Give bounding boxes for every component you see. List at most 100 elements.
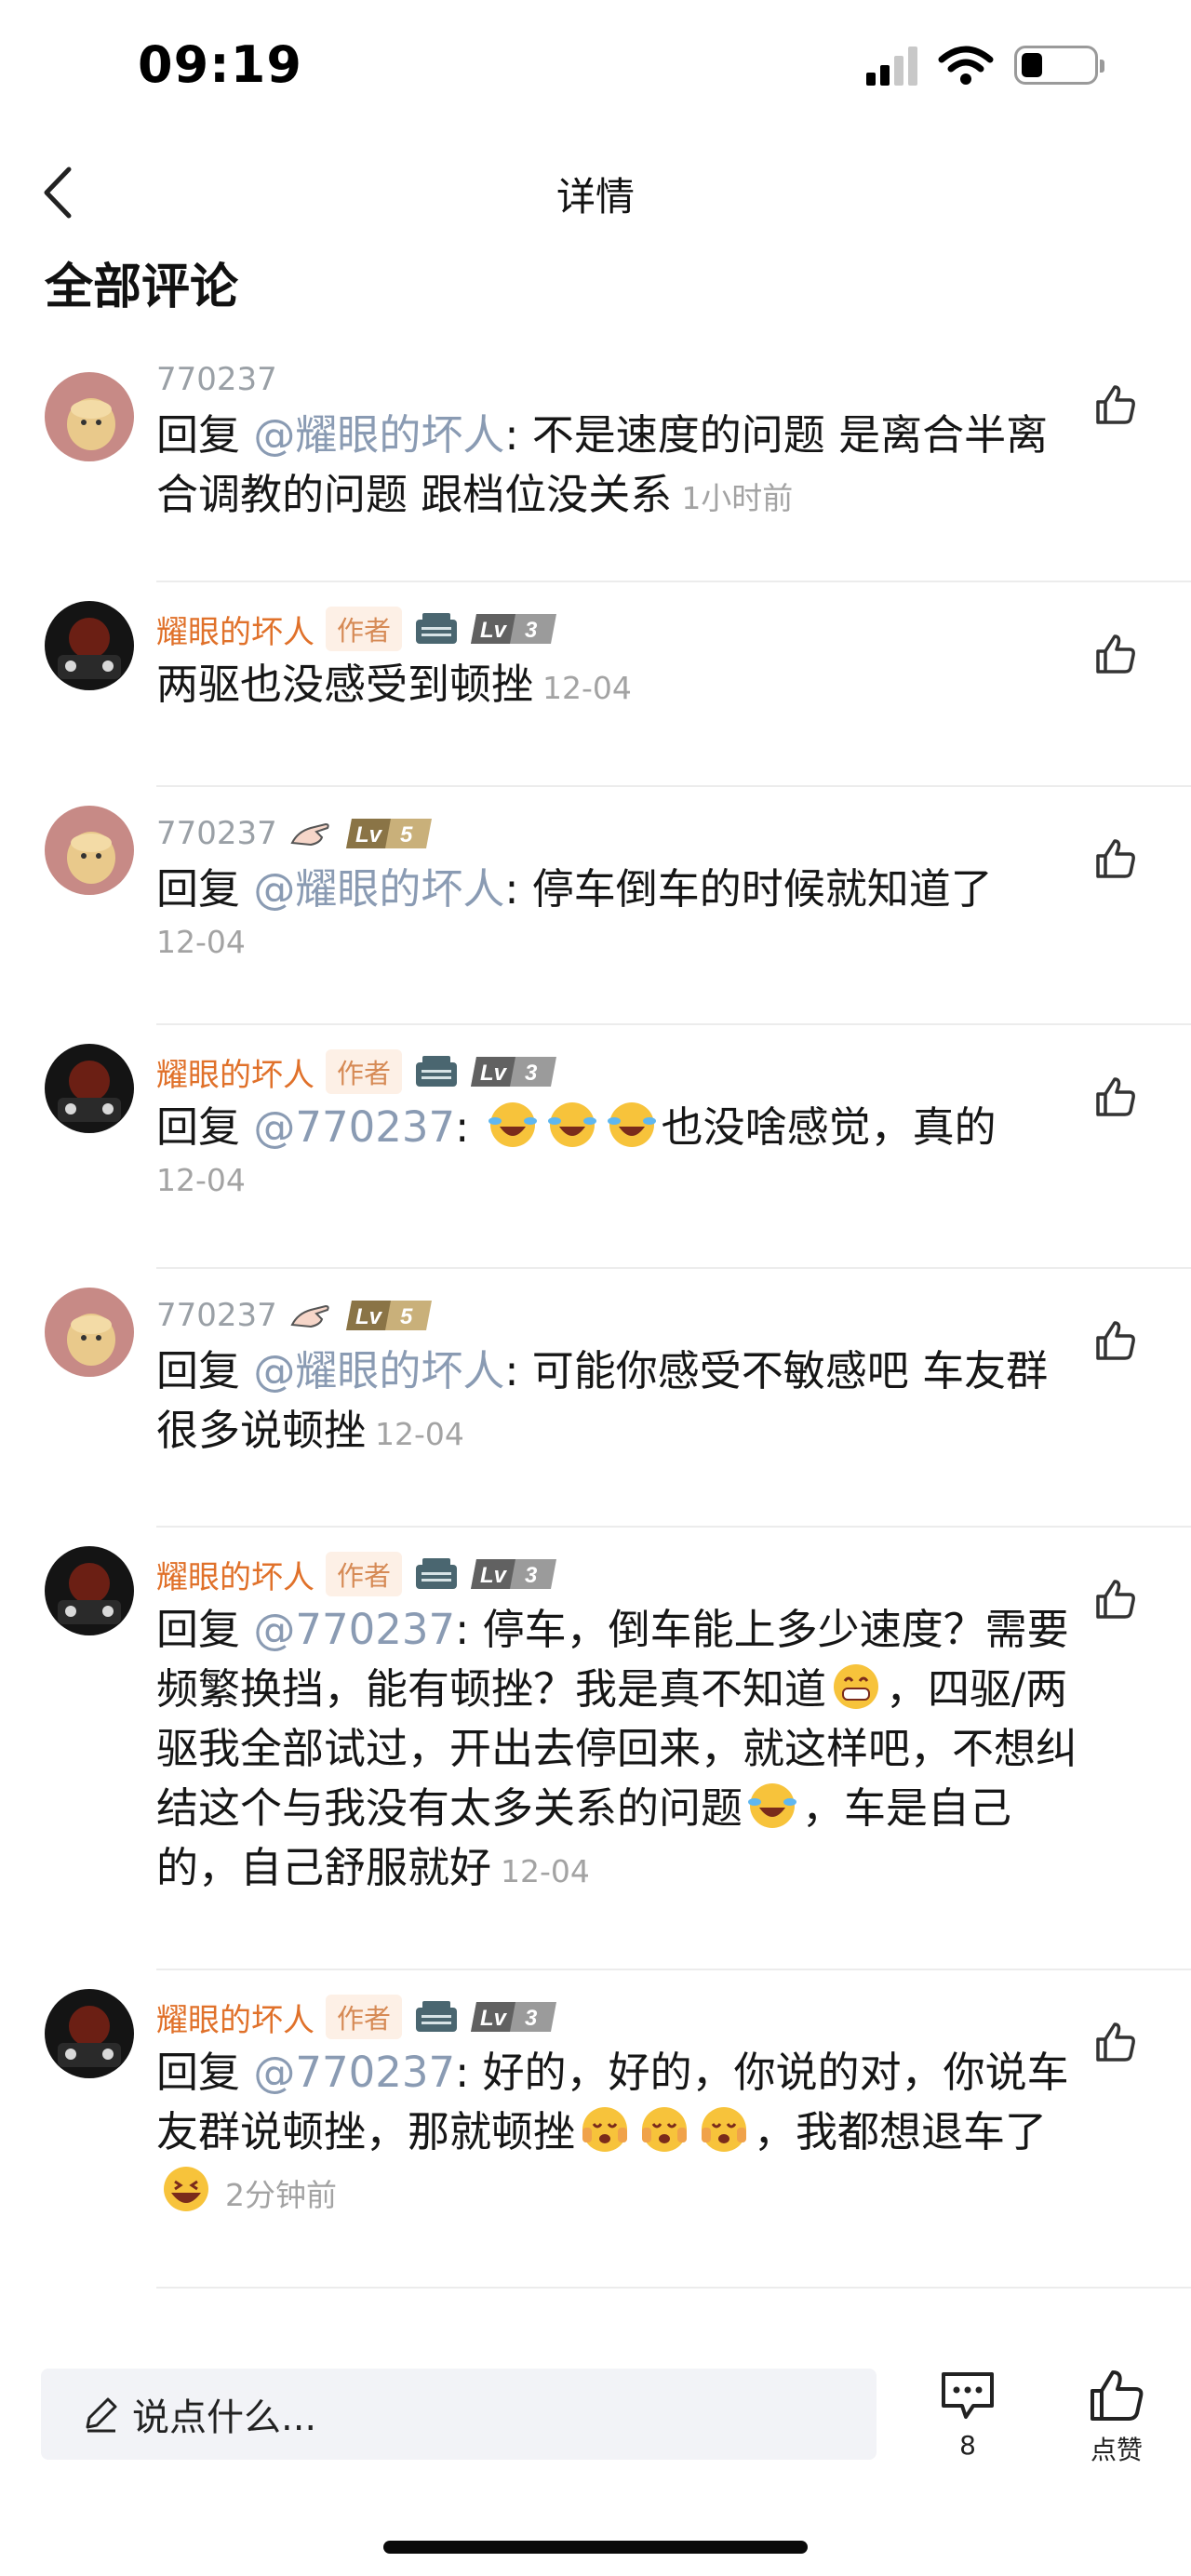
- comment-meta: 770237 Lv 5: [156, 808, 1079, 860]
- status-time: 09:19: [138, 35, 302, 94]
- mention-link[interactable]: @耀眼的坏人: [253, 1346, 504, 1395]
- laugh-cry-emoji-icon: [488, 1102, 537, 1147]
- avatar[interactable]: [45, 1044, 134, 1133]
- hand-badge-icon: [290, 1304, 329, 1328]
- level-badge: Lv 3: [471, 610, 557, 647]
- avatar[interactable]: [45, 601, 134, 690]
- author-tag: 作者: [326, 1995, 403, 2039]
- reply-prefix: 回复: [156, 2048, 241, 2097]
- comment-item[interactable]: 770237 回复 @耀眼的坏人: 不是速度的问题 是离合半离合调教的问题 跟档…: [0, 354, 1191, 581]
- like-icon[interactable]: [1092, 631, 1139, 677]
- reply-prefix: 回复: [156, 1346, 241, 1395]
- comment-text: 回复 @耀眼的坏人: 可能你感受不敏感吧 车友群很多说顿挫 12-04: [156, 1341, 1079, 1464]
- comment-item[interactable]: 耀眼的坏人 作者 Lv 3 两驱也没感受到顿挫 12-04: [0, 582, 1191, 785]
- reply-prefix: 回复: [156, 1605, 241, 1654]
- big-laugh-emoji-icon: [164, 2167, 208, 2211]
- like-icon[interactable]: [1092, 2019, 1139, 2065]
- comment-meta: 770237 Lv 5: [156, 1289, 1079, 1341]
- typewriter-badge-icon: [416, 1056, 458, 1087]
- author-tag: 作者: [326, 1049, 403, 1094]
- comment-item[interactable]: 耀眼的坏人 作者 Lv 3 回复 @770237: 停车，倒车能上多少速度？需要频…: [0, 1528, 1191, 1969]
- avatar[interactable]: [45, 1989, 134, 2078]
- comment-count: 8: [959, 2430, 976, 2461]
- comment-meta: 耀眼的坏人 作者 Lv 3: [156, 1046, 1079, 1098]
- comment-item[interactable]: 770237 Lv 5 回复 @耀眼的坏人: 停车倒车的时候就知道了 12-04: [0, 787, 1191, 1023]
- comment-text: 两驱也没感受到顿挫 12-04: [156, 655, 1079, 718]
- username[interactable]: 耀眼的坏人: [156, 1049, 314, 1095]
- like-icon[interactable]: [1092, 1074, 1139, 1120]
- comment-time: 12-04: [542, 670, 632, 706]
- level-badge: Lv 3: [471, 1555, 557, 1593]
- laugh-cry-emoji-icon: [547, 1102, 596, 1147]
- mention-link[interactable]: @770237: [253, 1605, 455, 1654]
- like-button[interactable]: 点赞: [1074, 2369, 1159, 2467]
- username[interactable]: 耀眼的坏人: [156, 1995, 314, 2040]
- cry-emoji-icon: [582, 2107, 628, 2152]
- comment-item[interactable]: 770237 Lv 5 回复 @耀眼的坏人: 可能你感受不敏感吧 车友群很多说顿挫…: [0, 1269, 1191, 1526]
- like-icon[interactable]: [1092, 381, 1139, 428]
- like-label: 点赞: [1090, 2435, 1143, 2465]
- like-icon[interactable]: [1092, 1317, 1139, 1364]
- svg-text:3: 3: [525, 618, 538, 643]
- comments-button[interactable]: 8: [930, 2369, 1005, 2461]
- username[interactable]: 770237: [156, 361, 277, 398]
- comment-meta: 耀眼的坏人 作者 Lv 3: [156, 1991, 1079, 2043]
- comment-meta: 耀眼的坏人 作者 Lv 3: [156, 1548, 1079, 1600]
- avatar[interactable]: [45, 1546, 134, 1635]
- comment-item[interactable]: 耀眼的坏人 作者 Lv 3 回复 @770237: 好的，好的，你说的对，你说车友…: [0, 1970, 1191, 2287]
- status-icons: [866, 45, 1104, 86]
- comment-text: 回复 @耀眼的坏人: 停车倒车的时候就知道了 12-04: [156, 860, 1079, 966]
- comment-time: 1小时前: [681, 480, 794, 516]
- hand-badge-icon: [290, 822, 329, 847]
- pencil-icon: [86, 2397, 117, 2433]
- username[interactable]: 耀眼的坏人: [156, 607, 314, 652]
- comment-meta: 770237: [156, 354, 1079, 406]
- comment-bubble-icon: [942, 2372, 994, 2419]
- grin-emoji-icon: [834, 1664, 879, 1709]
- avatar[interactable]: [45, 806, 134, 895]
- like-icon[interactable]: [1092, 1576, 1139, 1622]
- cry-emoji-icon: [702, 2107, 747, 2152]
- comment-time: 12-04: [501, 1853, 590, 1889]
- comment-body: :: [455, 1102, 483, 1152]
- laugh-cry-emoji-icon: [607, 1102, 656, 1147]
- username[interactable]: 770237: [156, 1297, 277, 1334]
- author-tag: 作者: [326, 607, 403, 651]
- mention-link[interactable]: @770237: [253, 2048, 455, 2097]
- comment-text: 回复 @耀眼的坏人: 不是速度的问题 是离合半离合调教的问题 跟档位没关系 1小时…: [156, 406, 1079, 528]
- comment-item[interactable]: 耀眼的坏人 作者 Lv 3 回复 @770237: 也没啥感觉，真的 12-04: [0, 1025, 1191, 1267]
- svg-text:3: 3: [525, 1061, 538, 1086]
- avatar[interactable]: [45, 1288, 134, 1377]
- thumbs-up-icon: [1091, 2370, 1144, 2421]
- typewriter-badge-icon: [416, 1558, 458, 1589]
- comment-time: 12-04: [156, 924, 246, 960]
- reply-prefix: 回复: [156, 1102, 241, 1152]
- comment-time: 2分钟前: [225, 2177, 337, 2213]
- comment-list: 770237 回复 @耀眼的坏人: 不是速度的问题 是离合半离合调教的问题 跟档…: [0, 354, 1191, 2289]
- mention-link[interactable]: @耀眼的坏人: [253, 864, 504, 914]
- username[interactable]: 耀眼的坏人: [156, 1552, 314, 1597]
- typewriter-badge-icon: [416, 2001, 458, 2032]
- svg-text:Lv: Lv: [355, 1304, 383, 1329]
- wifi-icon: [938, 46, 994, 85]
- status-bar: 09:19: [0, 0, 1191, 140]
- input-placeholder: 说点什么...: [132, 2396, 317, 2439]
- page-title: 详情: [555, 174, 635, 220]
- username[interactable]: 770237: [156, 815, 277, 852]
- svg-text:Lv: Lv: [355, 822, 383, 848]
- svg-text:Lv: Lv: [480, 1563, 508, 1588]
- battery-icon: [1014, 46, 1104, 85]
- level-badge: Lv 5: [345, 1297, 432, 1334]
- mention-link[interactable]: @耀眼的坏人: [253, 410, 504, 460]
- comment-input[interactable]: 说点什么...: [41, 2369, 877, 2460]
- avatar[interactable]: [45, 372, 134, 461]
- like-icon[interactable]: [1092, 835, 1139, 882]
- mention-link[interactable]: @770237: [253, 1102, 455, 1152]
- comment-body: 也没啥感觉，真的: [661, 1102, 997, 1152]
- author-tag: 作者: [326, 1552, 403, 1596]
- home-indicator[interactable]: [383, 2541, 808, 2554]
- svg-text:3: 3: [525, 1563, 538, 1588]
- comment-time: 12-04: [375, 1416, 464, 1452]
- comment-body: : 停车倒车的时候就知道了: [504, 864, 993, 914]
- comment-text: 回复 @770237: 停车，倒车能上多少速度？需要频繁换挡，能有顿挫？我是真不…: [156, 1600, 1079, 1902]
